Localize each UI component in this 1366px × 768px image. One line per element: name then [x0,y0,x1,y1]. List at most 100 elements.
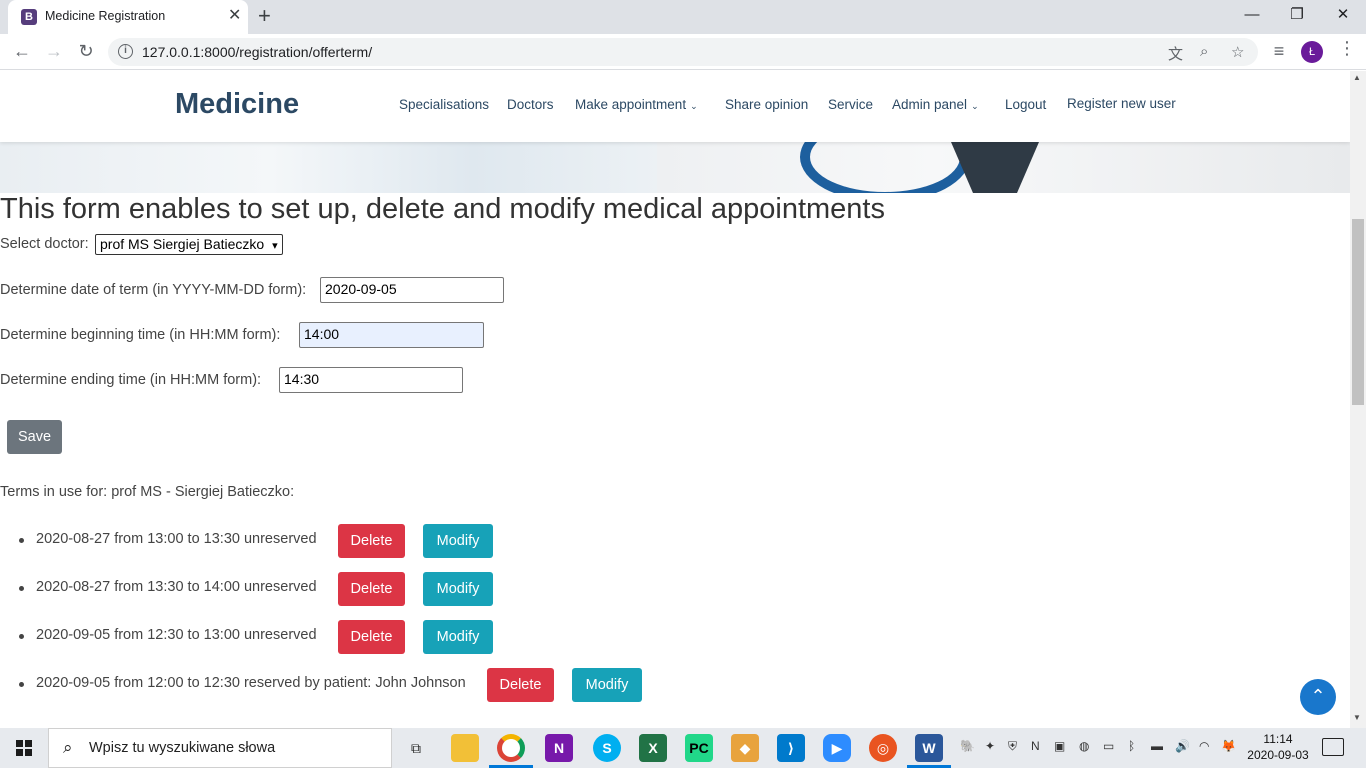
battery-icon[interactable]: ▬ [1151,739,1163,753]
scroll-up-arrow-icon[interactable]: ▲ [1353,73,1361,82]
term-text: 2020-09-05 from 12:00 to 12:30 reserved … [36,675,466,691]
browser-toolbar: ← → ↻ i 127.0.0.1:8000/registration/offe… [0,34,1366,70]
back-arrow-icon[interactable]: ← [11,40,33,62]
tab-title: Medicine Registration [45,9,166,23]
reload-icon[interactable]: ↻ [75,40,97,62]
pycharm-app-icon[interactable]: PC [685,734,713,762]
notification-center-icon[interactable] [1322,738,1344,756]
delete-term-button[interactable]: Delete [487,668,554,702]
tray-app-icon[interactable]: ✦ [985,739,995,753]
nav-specialisations[interactable]: Specialisations [399,97,489,112]
vscode-app-icon[interactable]: ⟩ [777,734,805,762]
nav-logout[interactable]: Logout [1005,97,1046,112]
modify-term-button[interactable]: Modify [423,572,493,606]
close-window-button[interactable]: ✕ [1320,4,1366,26]
page-scrollbar[interactable]: ▲ ▼ [1350,71,1366,728]
begin-time-label: Determine beginning time (in HH:MM form)… [0,327,281,343]
windows-logo-icon [16,740,32,756]
tray-fox-icon[interactable]: 🦊 [1221,739,1236,753]
address-bar[interactable]: i 127.0.0.1:8000/registration/offerterm/… [108,38,1258,66]
tray-app-icon[interactable]: ▣ [1054,739,1065,753]
new-tab-button[interactable]: + [258,4,271,28]
word-app-icon[interactable]: W [915,734,943,762]
media-queue-icon[interactable]: ≡ [1268,40,1290,62]
clock-time: 11:14 [1263,732,1293,746]
bullet-icon [19,682,24,687]
nav-make-appointment[interactable]: Make appointment ⌄ [575,97,698,112]
nav-share-opinion[interactable]: Share opinion [725,97,808,112]
term-text: 2020-08-27 from 13:30 to 14:00 unreserve… [36,579,317,595]
forward-arrow-icon[interactable]: → [43,40,65,62]
browser-tab-bar: B Medicine Registration ✕ + — ❐ ✕ [0,0,1366,34]
chevron-up-icon: ⌃ [1310,686,1326,706]
delete-term-button[interactable]: Delete [338,524,405,558]
translate-icon[interactable]: 文 [1168,43,1183,64]
modify-term-button[interactable]: Modify [423,524,493,558]
file-explorer-icon[interactable] [451,734,479,762]
volume-icon[interactable]: 🔊 [1175,739,1190,753]
task-view-icon[interactable]: ⧉ [402,734,430,762]
chrome-app-icon[interactable] [497,734,525,762]
windows-taskbar: ⌕ Wpisz tu wyszukiwane słowa ⧉ N S X PC … [0,728,1366,768]
tray-monitor-icon[interactable]: ▭ [1103,739,1114,753]
end-time-label: Determine ending time (in HH:MM form): [0,372,262,388]
begin-time-input[interactable]: 14:00 [299,322,484,348]
start-button[interactable] [0,728,48,768]
close-tab-icon[interactable]: ✕ [228,7,241,25]
tray-shield-icon[interactable]: ⛨ [1008,739,1017,754]
wifi-icon[interactable]: ◠ [1199,739,1209,753]
site-navbar: Medicine Specialisations Doctors Make ap… [0,71,1350,142]
tray-postgres-icon[interactable]: 🐘 [960,739,975,753]
modify-term-button[interactable]: Modify [572,668,642,702]
page-heading: This form enables to set up, delete and … [0,193,885,225]
skype-app-icon[interactable]: S [593,734,621,762]
site-logo[interactable]: Medicine [175,88,299,121]
doctor-label: Select doctor: [0,236,89,252]
end-time-input[interactable]: 14:30 [279,367,463,393]
bullet-icon [19,538,24,543]
nav-admin-panel[interactable]: Admin panel ⌄ [892,97,979,112]
taskbar-search-box[interactable]: ⌕ Wpisz tu wyszukiwane słowa [48,728,392,768]
back-to-top-button[interactable]: ⌃ [1300,679,1336,715]
paint-app-icon[interactable]: ◆ [731,734,759,762]
doctor-select-value: prof MS Siergiej Batieczko [100,236,265,252]
term-text: 2020-08-27 from 13:00 to 13:30 unreserve… [36,531,317,547]
maximize-window-button[interactable]: ❐ [1274,4,1320,26]
hero-stethoscope [800,142,970,193]
scroll-down-arrow-icon[interactable]: ▼ [1353,713,1361,722]
onenote-app-icon[interactable]: N [545,734,573,762]
hero-banner-image [0,142,1350,193]
nav-make-appointment-label: Make appointment [575,97,687,112]
chevron-down-icon: ⌄ [971,101,979,111]
tray-onenote-icon[interactable]: N [1031,739,1040,753]
chrome-menu-icon[interactable]: ⋮ [1338,38,1356,59]
doctor-select[interactable]: prof MS Siergiej Batieczko ▾ [95,234,283,255]
scrollbar-thumb[interactable] [1352,219,1364,405]
profile-avatar[interactable]: Ł [1301,41,1323,63]
chevron-down-icon: ⌄ [690,101,698,111]
delete-term-button[interactable]: Delete [338,572,405,606]
taskbar-search-placeholder: Wpisz tu wyszukiwane słowa [89,740,276,756]
url-text[interactable]: 127.0.0.1:8000/registration/offerterm/ [142,44,372,60]
browser-tab[interactable]: B Medicine Registration ✕ [8,0,248,34]
list-item: 2020-08-27 from 13:30 to 14:00 unreserve… [0,572,900,606]
search-icon: ⌕ [63,738,73,757]
nav-doctors[interactable]: Doctors [507,97,554,112]
ubuntu-app-icon[interactable]: ◎ [869,734,897,762]
excel-app-icon[interactable]: X [639,734,667,762]
zoom-app-icon[interactable]: ▶ [823,734,851,762]
nav-service[interactable]: Service [828,97,873,112]
save-button[interactable]: Save [7,420,62,454]
taskbar-clock[interactable]: 11:14 2020-09-03 [1246,731,1310,763]
bookmark-star-icon[interactable]: ☆ [1231,43,1244,61]
term-text: 2020-09-05 from 12:30 to 13:00 unreserve… [36,627,317,643]
nav-register-new-user[interactable]: Register new user [1067,96,1176,111]
tray-app-icon[interactable]: ◍ [1079,739,1089,753]
site-info-icon[interactable]: i [118,44,133,59]
zoom-icon[interactable]: ⌕ [1200,43,1208,60]
delete-term-button[interactable]: Delete [338,620,405,654]
minimize-window-button[interactable]: — [1229,4,1275,26]
bluetooth-icon[interactable]: ᛒ [1128,739,1135,753]
modify-term-button[interactable]: Modify [423,620,493,654]
date-input[interactable]: 2020-09-05 [320,277,504,303]
